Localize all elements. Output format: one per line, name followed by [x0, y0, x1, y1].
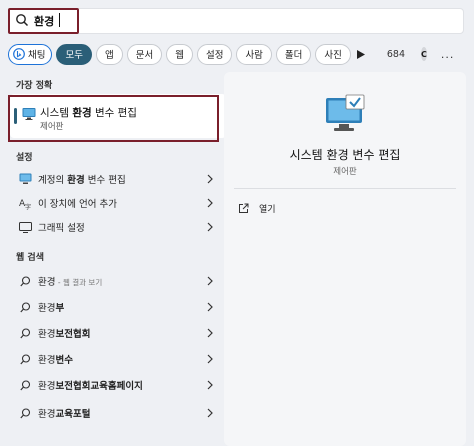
- chat-button[interactable]: 채팅: [8, 43, 53, 65]
- filter-bar: 채팅 모두 앱 문서 웹 설정 사람 폴더 사진 684 C ...: [8, 43, 468, 65]
- web-result-item[interactable]: 환경변수: [10, 348, 218, 370]
- filter-web[interactable]: 웹: [166, 43, 193, 65]
- settings-heading: 설정: [16, 153, 33, 163]
- system-properties-icon: [326, 94, 365, 131]
- search-icon: [18, 406, 32, 420]
- chevron-right-icon: [207, 354, 213, 364]
- detail-subtitle: 제어판: [333, 167, 357, 177]
- web-result-item[interactable]: 환경 - 웹 결과 보기: [10, 270, 218, 292]
- list-item-label: 환경변수: [38, 355, 73, 366]
- list-item-label: 환경보전협회: [38, 329, 91, 340]
- settings-item-account-env[interactable]: 계정의 환경 변수 편집: [10, 168, 218, 190]
- filter-photos[interactable]: 사진: [315, 43, 351, 65]
- filter-folders[interactable]: 폴더: [275, 43, 312, 65]
- chevron-right-icon: [207, 222, 213, 232]
- chevron-right-icon: [207, 302, 213, 312]
- search-icon: [18, 274, 32, 288]
- more-options-button[interactable]: ...: [441, 48, 455, 61]
- chevron-right-icon: [207, 198, 213, 208]
- rewards-count: 684: [386, 48, 406, 60]
- filter-all[interactable]: 모두: [56, 43, 92, 65]
- search-icon: [18, 326, 32, 340]
- list-item-label: 이 장치에 언어 추가: [38, 199, 117, 210]
- detail-title: 시스템 환경 변수 편집: [289, 148, 401, 162]
- search-icon: [18, 352, 32, 366]
- settings-item-graphics[interactable]: 그래픽 설정: [10, 216, 218, 238]
- web-result-item[interactable]: 환경교육포털: [10, 402, 218, 424]
- chat-label: 채팅: [28, 50, 46, 61]
- list-item-label: 환경부: [38, 303, 65, 314]
- search-icon: [18, 378, 32, 392]
- play-icon[interactable]: [356, 48, 365, 60]
- chevron-right-icon: [207, 276, 213, 286]
- filter-people[interactable]: 사람: [236, 43, 272, 65]
- open-external-icon: [239, 203, 249, 213]
- open-action[interactable]: 열기: [238, 202, 276, 215]
- chevron-right-icon: [207, 380, 213, 390]
- filter-documents[interactable]: 문서: [126, 43, 163, 65]
- best-match-heading: 가장 정확: [16, 81, 53, 91]
- settings-item-add-language[interactable]: A字 이 장치에 언어 추가: [10, 192, 218, 214]
- filter-settings[interactable]: 설정: [196, 43, 233, 65]
- monitor-icon: [18, 172, 32, 186]
- chevron-right-icon: [207, 328, 213, 338]
- bing-icon: [13, 48, 25, 60]
- divider: [234, 188, 456, 189]
- list-item-label: 환경 - 웹 결과 보기: [38, 277, 103, 288]
- language-icon: A字: [18, 196, 32, 210]
- list-item-label: 환경보전협회교육홈페이지: [38, 381, 143, 392]
- account-avatar[interactable]: C: [421, 47, 427, 61]
- chevron-right-icon: [207, 174, 213, 184]
- web-search-heading: 웹 검색: [16, 253, 44, 263]
- list-item-label: 환경교육포털: [38, 409, 91, 420]
- detail-panel: 시스템 환경 변수 편집 제어판 열기: [224, 72, 466, 446]
- svg-text:字: 字: [25, 203, 31, 210]
- web-result-item[interactable]: 환경부: [10, 296, 218, 318]
- search-icon: [18, 300, 32, 314]
- list-item-label: 그래픽 설정: [38, 223, 85, 234]
- filter-apps[interactable]: 앱: [95, 43, 123, 65]
- display-icon: [18, 220, 32, 234]
- list-item-label: 계정의 환경 변수 편집: [38, 175, 126, 186]
- search-highlight-box: [8, 8, 79, 34]
- web-result-item[interactable]: 환경보전협회: [10, 322, 218, 344]
- best-match-highlight-box: [8, 95, 219, 142]
- web-result-item[interactable]: 환경보전협회교육홈페이지: [10, 374, 218, 396]
- chevron-right-icon: [207, 408, 213, 418]
- open-label: 열기: [259, 205, 276, 215]
